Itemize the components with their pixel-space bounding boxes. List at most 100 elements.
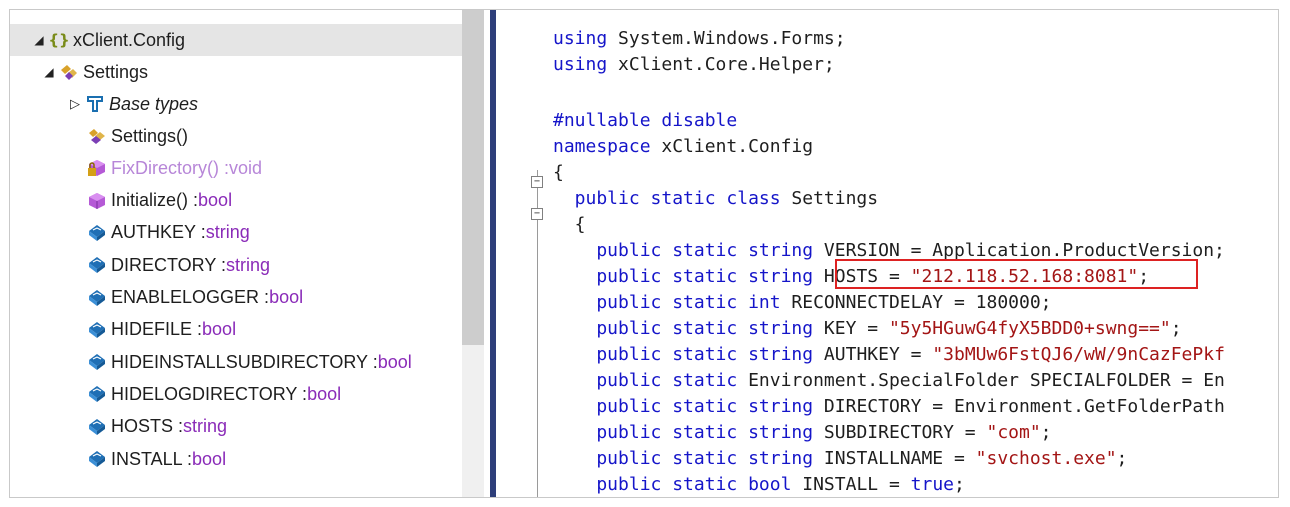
expanded-arrow-icon[interactable]: ◢: [30, 33, 48, 47]
collapsed-arrow-icon[interactable]: ▷: [66, 96, 84, 112]
tree-member-item[interactable]: HIDELOGDIRECTORY : bool: [86, 378, 341, 410]
code-token-kw: public static bool: [553, 474, 792, 495]
fold-namespace-icon[interactable]: −: [531, 176, 543, 188]
class-label: Settings: [83, 61, 149, 82]
code-line: using xClient.Core.Helper;: [553, 52, 835, 78]
code-token-kw: #nullable disable: [553, 110, 738, 131]
member-name: DIRECTORY :: [111, 254, 227, 275]
code-token-kw: public static string: [553, 422, 814, 443]
code-token-kw: public static class: [553, 188, 781, 209]
member-name: ENABLELOGGER :: [111, 287, 270, 307]
code-token-tail: ;: [1040, 422, 1052, 443]
code-line: using System.Windows.Forms;: [553, 26, 846, 52]
code-token-rest: AUTHKEY =: [813, 344, 933, 365]
code-token-kw: public static string: [553, 318, 814, 339]
constructor-icon: [86, 125, 108, 147]
tree-member-item[interactable]: INSTALL : bool: [86, 443, 226, 475]
code-token-kw: using: [553, 28, 608, 49]
code-token-kw: public static: [553, 370, 738, 391]
tree-member-item[interactable]: AUTHKEY : string: [86, 217, 250, 249]
tree-scrollbar[interactable]: [462, 10, 484, 497]
code-line: public static string INSTALLNAME = "svch…: [553, 446, 1127, 472]
member-type: bool: [307, 383, 342, 404]
base-types-label: Base types: [109, 93, 199, 114]
field-icon: [86, 254, 108, 276]
member-type: void: [229, 157, 263, 178]
fold-class-icon[interactable]: −: [531, 208, 543, 220]
field-icon: [86, 222, 108, 244]
member-name: INSTALL :: [111, 448, 193, 469]
code-token-kw: using: [553, 54, 608, 75]
code-token-str: "com": [986, 422, 1041, 443]
tree-member-item[interactable]: HOSTS : string: [86, 411, 227, 443]
field-icon: [86, 416, 108, 438]
code-token-rest: INSTALL =: [791, 474, 911, 495]
tree-member-item[interactable]: HIDEFILE : bool: [86, 314, 236, 346]
code-token-kw: public static int: [553, 292, 781, 313]
tree-node-class-settings[interactable]: ◢ Settings: [40, 56, 148, 88]
field-icon: [86, 351, 108, 373]
tree-member-item[interactable]: DIRECTORY : string: [86, 249, 270, 281]
member-type: string: [205, 222, 250, 243]
field-icon: [86, 319, 108, 341]
member-name: AUTHKEY :: [111, 222, 206, 243]
assembly-tree: ◢ {} xClient.Config ◢ Settings ▷ Base ty…: [10, 10, 490, 497]
code-token-rest: System.Windows.Forms;: [607, 28, 846, 49]
code-line: public static string DIRECTORY = Environ…: [553, 394, 1225, 420]
tree-node-namespace[interactable]: ◢ {} xClient.Config: [10, 24, 462, 56]
code-line: public static string KEY = "5y5HGuwG4fyX…: [553, 316, 1182, 342]
base-types-icon: [84, 93, 106, 115]
member-name: Initialize() :: [111, 190, 199, 211]
code-line: {: [553, 160, 564, 186]
member-type: string: [226, 254, 271, 275]
method-icon: [86, 190, 108, 212]
member-type: string: [183, 416, 228, 437]
tree-scrollbar-thumb[interactable]: [462, 10, 484, 345]
member-name: HIDEINSTALLSUBDIRECTORY :: [111, 351, 378, 372]
expanded-arrow-icon[interactable]: ◢: [40, 65, 58, 79]
hosts-highlight-box: [835, 259, 1198, 289]
member-name: Settings(): [111, 125, 189, 146]
svg-text:{}: {}: [48, 31, 69, 49]
code-token-tail: ;: [1170, 318, 1182, 339]
namespace-label: xClient.Config: [73, 29, 186, 50]
code-token-kw: public static string: [553, 448, 814, 469]
field-icon: [86, 287, 108, 309]
code-line: public static int RECONNECTDELAY = 18000…: [553, 290, 1052, 316]
tree-member-item[interactable]: HIDEINSTALLSUBDIRECTORY : bool: [86, 346, 412, 378]
member-name: HIDEFILE :: [111, 319, 203, 340]
code-token-kw: public static string: [553, 266, 814, 287]
tree-member-item[interactable]: Settings(): [86, 120, 188, 152]
code-line: public static string SUBDIRECTORY = "com…: [553, 420, 1052, 446]
member-type: bool: [202, 319, 237, 340]
code-token-rest: RECONNECTDELAY = 180000;: [780, 292, 1052, 313]
code-line: public static Environment.SpecialFolder …: [553, 368, 1225, 394]
member-name: HOSTS :: [111, 416, 184, 437]
tree-member-item[interactable]: FixDirectory() : void: [86, 152, 262, 184]
code-token-rest: Settings: [780, 188, 879, 209]
code-token-rest: {: [553, 162, 564, 183]
class-icon: [58, 61, 80, 83]
code-token-str: "5y5HGuwG4fyX5BDD0+swng==": [888, 318, 1171, 339]
code-editor[interactable]: − − using System.Windows.Forms; using xCl…: [501, 10, 1278, 497]
namespace-braces-icon: {}: [48, 29, 70, 51]
code-token-rest: DIRECTORY = Environment.GetFolderPath: [813, 396, 1225, 417]
code-line: public static string AUTHKEY = "3bMUw6Fs…: [553, 342, 1225, 368]
decompiler-window: ◢ {} xClient.Config ◢ Settings ▷ Base ty…: [9, 9, 1279, 498]
code-token-str: "svchost.exe": [975, 448, 1117, 469]
code-line: public static class Settings: [553, 186, 878, 212]
code-token-tail: ;: [954, 474, 965, 495]
code-token-rest: {: [553, 214, 586, 235]
tree-member-item[interactable]: ENABLELOGGER : bool: [86, 282, 303, 314]
field-icon: [86, 448, 108, 470]
code-token-kw: namespace: [553, 136, 651, 157]
code-line: {: [553, 212, 586, 238]
code-token-rest: Environment.SpecialFolder SPECIALFOLDER …: [737, 370, 1225, 391]
member-type: bool: [377, 351, 412, 372]
tree-node-base-types[interactable]: ▷ Base types: [66, 88, 198, 120]
member-type: bool: [198, 190, 233, 211]
code-token-rest: KEY =: [813, 318, 889, 339]
tree-member-item[interactable]: Initialize() : bool: [86, 185, 232, 217]
code-line: #nullable disable: [553, 108, 737, 134]
code-token-kw2: true: [910, 474, 954, 495]
